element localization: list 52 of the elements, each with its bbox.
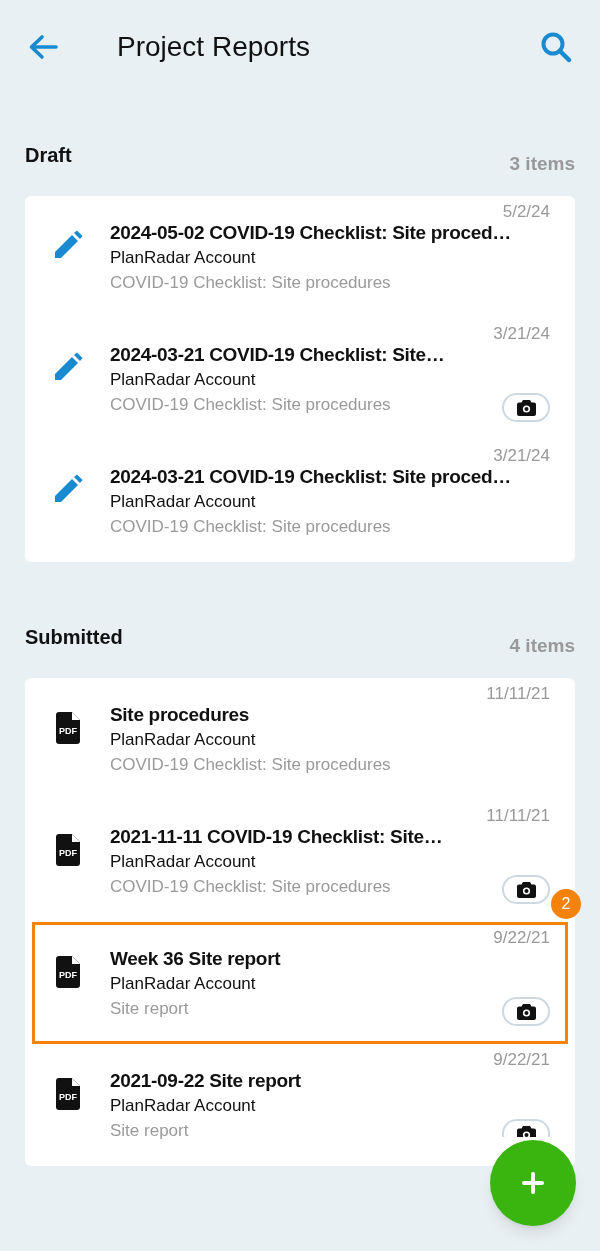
account-name: PlanRadar Account <box>110 973 257 995</box>
account-name: PlanRadar Account <box>110 369 257 391</box>
report-date: 9/22/21 <box>493 929 550 947</box>
report-date: 9/22/21 <box>493 1051 550 1069</box>
report-title: 2021-11-11 COVID-19 Checklist: Site… <box>110 826 443 848</box>
account-name: PlanRadar Account <box>110 851 257 873</box>
camera-icon <box>516 399 536 416</box>
pencil-icon <box>52 230 83 260</box>
report-title: 2021-09-22 Site report <box>110 1070 301 1092</box>
template-name: Site report <box>110 1120 190 1142</box>
template-name: COVID-19 Checklist: Site procedures <box>110 754 391 776</box>
pencil-icon <box>52 474 83 504</box>
account-name: PlanRadar Account <box>110 247 257 269</box>
report-title: 2024-05-02 COVID-19 Checklist: Site proced… <box>110 222 512 244</box>
template-name: COVID-19 Checklist: Site procedures <box>110 516 392 538</box>
template-name: COVID-19 Checklist: Site procedures <box>110 272 392 294</box>
section-title: Draft <box>25 143 72 168</box>
report-date: 11/11/21 <box>486 685 550 703</box>
report-title: Site procedures <box>110 704 251 726</box>
account-name: PlanRadar Account <box>110 1095 257 1117</box>
camera-icon <box>516 1003 536 1020</box>
account-name: PlanRadar Account <box>110 491 257 513</box>
camera-icon <box>516 1125 536 1137</box>
pdf-file-icon: PDF <box>55 956 80 988</box>
pdf-file-icon: PDF <box>55 1078 80 1110</box>
photo-chip[interactable] <box>502 393 550 422</box>
photo-chip[interactable] <box>502 1119 550 1137</box>
pdf-file-icon: PDF <box>55 712 80 744</box>
report-date: 3/21/24 <box>493 447 550 465</box>
pdf-file-icon: PDF <box>55 834 80 866</box>
section-title: Submitted <box>25 625 123 650</box>
report-date: 3/21/24 <box>493 325 550 343</box>
search-icon[interactable] <box>540 31 572 63</box>
pencil-icon <box>52 352 83 382</box>
report-title: Week 36 Site report <box>110 948 281 970</box>
report-title: 2024-03-21 COVID-19 Checklist: Site… <box>110 344 445 366</box>
report-date: 5/2/24 <box>502 203 550 221</box>
item-count: 3 items <box>509 151 575 176</box>
template-name: COVID-19 Checklist: Site procedures <box>110 876 392 898</box>
photo-chip[interactable] <box>502 997 550 1026</box>
template-name: Site report <box>110 998 190 1020</box>
camera-icon <box>516 881 536 898</box>
item-count: 4 items <box>509 633 575 658</box>
account-name: PlanRadar Account <box>110 729 257 751</box>
report-date: 11/11/21 <box>486 807 550 825</box>
plus-icon <box>522 1172 544 1194</box>
photo-chip[interactable] <box>502 875 550 904</box>
back-arrow-icon[interactable] <box>28 34 58 60</box>
report-title: 2024-03-21 COVID-19 Checklist: Site proced… <box>110 466 512 488</box>
template-name: COVID-19 Checklist: Site procedures <box>110 394 392 416</box>
page-title: Project Reports <box>117 30 310 64</box>
step-badge: 2 <box>551 889 581 919</box>
